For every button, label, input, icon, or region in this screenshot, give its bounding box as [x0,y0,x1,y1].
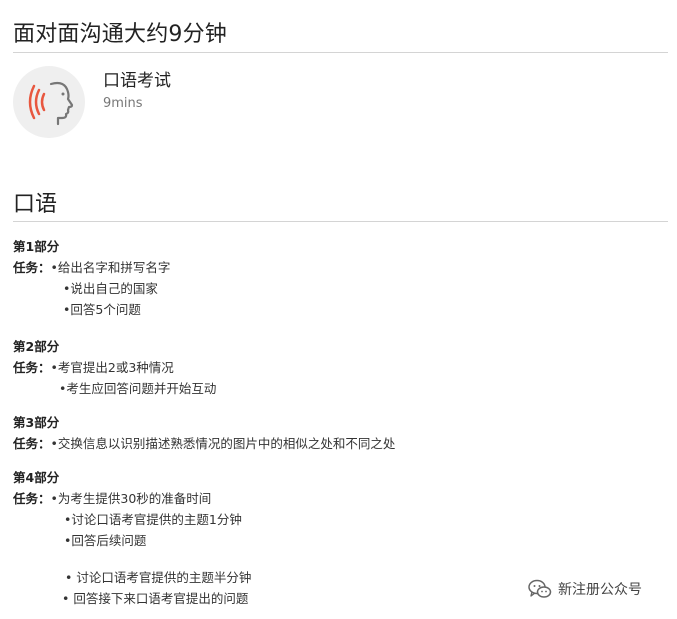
list-item: •回答后续问题 [64,533,147,548]
part-2: 第2部分 任务：•考官提出2或3种情况 •考生应回答问题并开始互动 [13,336,216,399]
wechat-icon [528,579,552,598]
watermark: 新注册公众号 [528,578,642,600]
part-title: 第2部分 [13,339,60,354]
exam-duration: 9mins [103,96,143,111]
list-item: •说出自己的国家 [63,281,158,296]
part-title: 第3部分 [13,415,60,430]
list-item: •为考生提供30秒的准备时间 [50,491,212,506]
section-heading: 口语 [13,192,58,217]
list-item: •考生应回答问题并开始互动 [59,381,217,396]
task-label: 任务： [13,260,51,275]
list-item: • 讨论口语考官提供的主题半分钟 [65,570,252,585]
list-item: •回答5个问题 [63,302,141,317]
part-3: 第3部分 任务：•交换信息以识别描述熟悉情况的图片中的相似之处和不同之处 [13,412,395,454]
exam-avatar [13,66,85,138]
list-item: • 回答接下来口语考官提出的问题 [62,591,249,606]
part-title: 第1部分 [13,239,60,254]
task-label: 任务： [13,436,51,451]
list-item: •交换信息以识别描述熟悉情况的图片中的相似之处和不同之处 [50,436,396,451]
title-divider [13,52,668,53]
speaking-head-icon [28,81,74,126]
part-1: 第1部分 任务：•给出名字和拼写名字 •说出自己的国家 •回答5个问题 [13,236,170,320]
list-item: •考官提出2或3种情况 [50,360,174,375]
part-title: 第4部分 [13,470,60,485]
list-item: •给出名字和拼写名字 [50,260,171,275]
section-divider [13,221,668,222]
extra-list: • 讨论口语考官提供的主题半分钟 • 回答接下来口语考官提出的问题 [62,567,251,609]
part-4: 第4部分 任务：•为考生提供30秒的准备时间 •讨论口语考官提供的主题1分钟 •… [13,467,242,551]
task-label: 任务： [13,360,51,375]
exam-title: 口语考试 [103,71,171,91]
watermark-text: 新注册公众号 [558,582,642,598]
task-label: 任务： [13,491,51,506]
list-item: •讨论口语考官提供的主题1分钟 [64,512,242,527]
page-title: 面对面沟通大约9分钟 [13,22,227,47]
